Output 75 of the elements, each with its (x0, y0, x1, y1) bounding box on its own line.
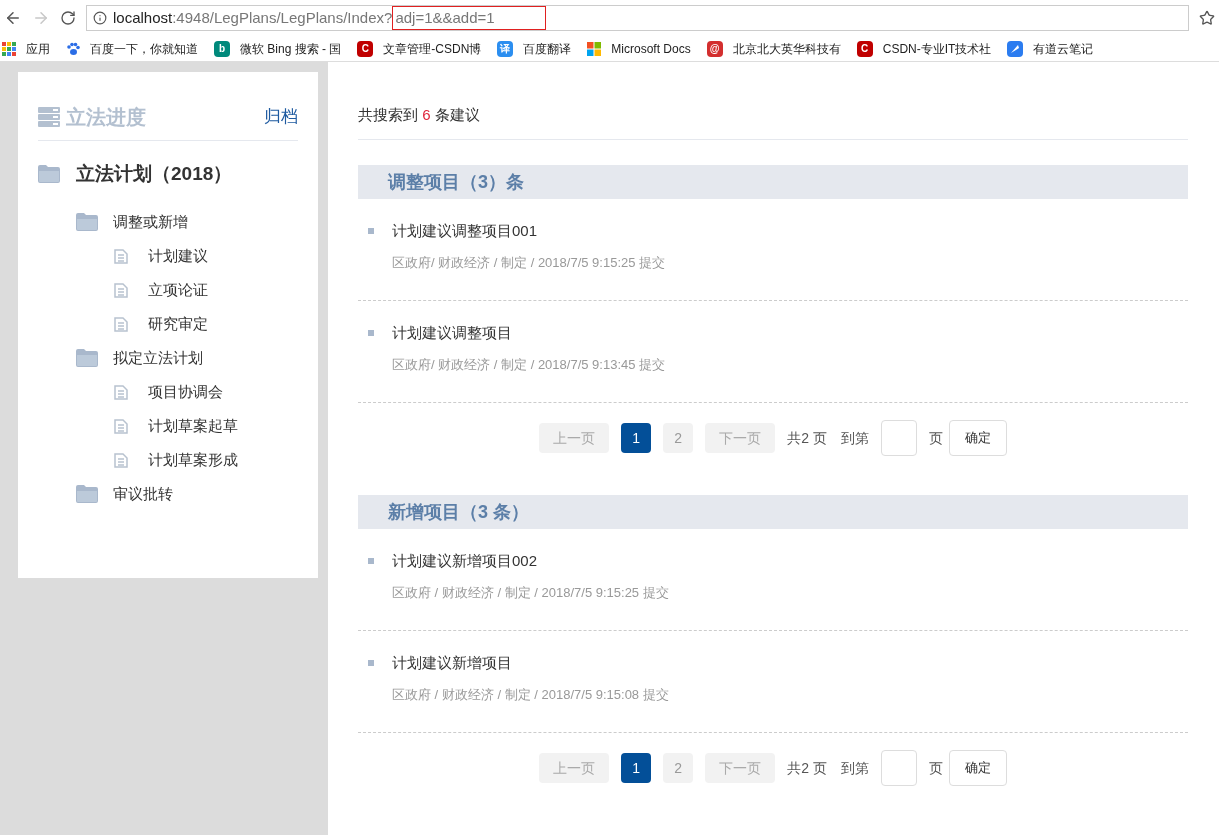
info-icon (93, 11, 107, 25)
page-number-button[interactable]: 1 (621, 423, 652, 453)
apps-grid-icon (2, 41, 16, 56)
tree-item[interactable]: 计划建议 (148, 244, 208, 268)
bookmark-favicon: C (856, 40, 873, 57)
total-pages-text: 共2 页 (787, 758, 827, 778)
back-icon[interactable] (4, 9, 22, 27)
feather-icon (1007, 40, 1024, 57)
folder-icon (76, 485, 98, 503)
reload-icon[interactable] (60, 10, 76, 26)
tree-item[interactable]: 审议批转 (113, 482, 173, 506)
confirm-button[interactable]: 确定 (948, 750, 1007, 786)
address-bar[interactable]: localhost:4948/LegPlans/LegPlans/Index? adj=1&&add=1 (86, 5, 1189, 31)
document-icon (114, 282, 128, 298)
bookmark-item[interactable]: 百度一下，你就知道 (66, 39, 198, 58)
confirm-button[interactable]: 确定 (948, 420, 1007, 456)
folder-icon (76, 349, 98, 367)
paw-icon (66, 41, 80, 56)
item-title-link[interactable]: 计划建议调整项目001 (392, 220, 538, 243)
item-meta: 区政府/ 财政经济 / 制定 / 2018/7/5 9:13:45 提交 (391, 355, 667, 374)
tree-item[interactable]: 计划草案形成 (148, 448, 238, 472)
bookmark-favicon: 译 (497, 40, 514, 57)
bookmark-favicon: b (214, 40, 230, 57)
url-query-highlight: adj=1&&add=1 (392, 5, 546, 31)
archive-link[interactable]: 归档 (264, 104, 298, 130)
item-title-link[interactable]: 计划建议调整项目 (392, 322, 512, 345)
page-number-button[interactable]: 1 (621, 753, 652, 783)
item-title-link[interactable]: 计划建议新增项目002 (392, 550, 538, 573)
document-icon (114, 248, 128, 264)
item-meta: 区政府 / 财政经济 / 制定 / 2018/7/5 9:15:08 提交 (391, 685, 670, 704)
page-input-field[interactable] (880, 420, 917, 456)
bookmark-star-icon[interactable] (1199, 10, 1215, 26)
bookmark-item[interactable]: 有道云笔记 (1007, 39, 1094, 58)
folder-icon (76, 213, 98, 231)
four-squares-icon (587, 41, 602, 56)
tree-item[interactable]: 立项论证 (148, 278, 208, 302)
tree-root-label[interactable]: 立法计划（2018） (76, 159, 233, 189)
total-pages-text: 共2 页 (787, 428, 827, 448)
bookmark-favicon: @ (706, 40, 723, 57)
tree-item[interactable]: 计划草案起草 (148, 414, 238, 438)
bookmark-item[interactable]: 应用 (2, 39, 50, 58)
page-input-field[interactable] (880, 750, 917, 786)
document-icon (114, 452, 128, 468)
bookmark-favicon: C (357, 40, 374, 57)
page-unit-label: 页 (928, 428, 943, 448)
document-icon (114, 418, 128, 434)
bookmark-item[interactable]: Microsoft Docs (587, 39, 691, 58)
bookmark-item[interactable]: C CSDN-专业IT技术社 (856, 39, 992, 58)
bullet-icon (368, 558, 374, 565)
tree-item[interactable]: 拟定立法计划 (113, 346, 203, 370)
tree-item[interactable]: 调整或新增 (113, 210, 188, 234)
tree-item[interactable]: 研究审定 (148, 312, 208, 336)
result-summary: 共搜索到 6 条建议 (358, 105, 480, 125)
section-header: 新增项目（3 条） (358, 495, 1188, 529)
page-unit-label: 页 (928, 758, 943, 778)
bullet-icon (368, 228, 374, 235)
bullet-icon (368, 330, 374, 337)
tree-item[interactable]: 项目协调会 (148, 380, 223, 404)
item-meta: 区政府 / 财政经济 / 制定 / 2018/7/5 9:15:25 提交 (391, 583, 670, 602)
server-icon (38, 107, 60, 127)
bookmark-item[interactable]: @ 北京北大英华科技有 (706, 39, 841, 58)
folder-icon (38, 165, 60, 183)
item-title-link[interactable]: 计划建议新增项目 (392, 652, 512, 675)
url-text: localhost:4948/LegPlans/LegPlans/Index? (113, 7, 393, 28)
goto-label: 到第 (840, 428, 869, 448)
goto-label: 到第 (840, 758, 869, 778)
document-icon (114, 384, 128, 400)
bookmark-item[interactable]: b 微软 Bing 搜索 - 国 (214, 39, 342, 58)
bookmark-item[interactable]: 译 百度翻译 (497, 39, 572, 58)
section-header: 调整项目（3）条 (358, 165, 1188, 199)
item-meta: 区政府/ 财政经济 / 制定 / 2018/7/5 9:15:25 提交 (391, 253, 667, 272)
bookmark-item[interactable]: C 文章管理-CSDN博 (357, 39, 482, 58)
sidebar-title: 立法进度 (66, 105, 146, 130)
document-icon (114, 316, 128, 332)
bullet-icon (368, 660, 374, 667)
